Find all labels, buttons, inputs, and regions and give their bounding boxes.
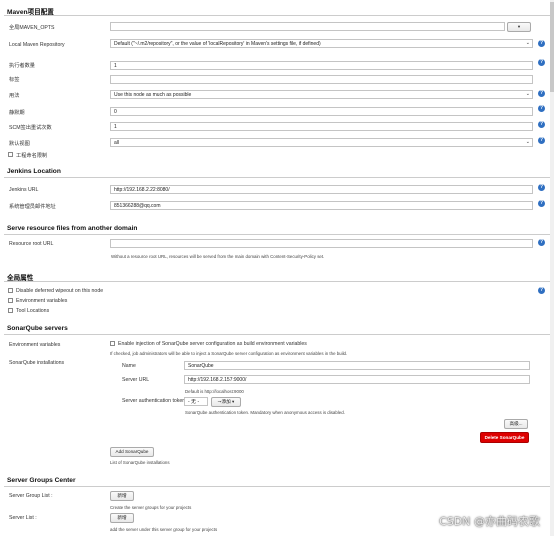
quiet-period-label: 静默期 [9, 110, 25, 116]
sonar-token-select[interactable]: - 无 - [184, 397, 208, 406]
disable-wipeout-checkbox[interactable] [8, 288, 13, 293]
admin-email-input[interactable]: 851366288@qq.com [110, 201, 533, 210]
sonar-installations-label: SonarQube installations [9, 360, 65, 366]
jenkins-url-input[interactable]: http://192.168.2.22:8080/ [110, 185, 533, 194]
local-repo-value: Default ("~/.m2/repository", or the valu… [114, 41, 321, 47]
divider [4, 281, 550, 282]
watermark: CSDN @亦曲码农歌 [439, 515, 540, 528]
executors-label: 执行者数量 [9, 63, 35, 69]
global-maven-opts-input[interactable] [110, 22, 505, 31]
add-server-button[interactable]: 新增 [110, 513, 134, 523]
help-icon[interactable]: ? [538, 90, 545, 97]
help-icon[interactable]: ? [538, 184, 545, 191]
server-list-description: add the server under this server group f… [110, 527, 218, 532]
disable-wipeout-label: Disable deferred wipeout on this node [16, 288, 104, 294]
help-icon[interactable]: ? [538, 105, 545, 112]
scm-retry-input[interactable]: 1 [110, 122, 533, 131]
sonar-name-input[interactable]: SonarQube [184, 361, 530, 370]
delete-sonarqube-button[interactable]: Delete SonarQube [480, 432, 529, 443]
usage-select[interactable]: Use this node as much as possible ⌄ [110, 90, 533, 99]
add-credentials-label: 添加 [221, 399, 231, 404]
quiet-period-input[interactable]: 0 [110, 107, 533, 116]
add-sonarqube-button[interactable]: Add SonarQube [110, 447, 154, 457]
chevron-down-icon: ⌄ [525, 139, 530, 145]
sonar-server-url-hint: Default is http://localhost:9000 [185, 389, 244, 394]
divider [4, 486, 550, 487]
help-icon[interactable]: ? [538, 121, 545, 128]
scrollbar-thumb[interactable] [550, 2, 554, 92]
advanced-button[interactable]: 高级... [504, 419, 528, 429]
help-icon[interactable]: ? [538, 239, 545, 246]
server-list-label: Server List : [9, 515, 37, 521]
help-icon[interactable]: ? [538, 200, 545, 207]
section-title-resource-files: Serve resource files from another domain [7, 225, 138, 232]
help-icon[interactable]: ? [538, 40, 545, 47]
global-maven-opts-label: 全局MAVEN_OPTS [9, 25, 55, 31]
add-server-group-button[interactable]: 新增 [110, 491, 134, 501]
default-view-label: 默认视图 [9, 141, 30, 147]
sonar-list-description: List of SonarQube installations [110, 460, 170, 465]
usage-label: 用法 [9, 93, 20, 99]
server-group-list-label: Server Group List : [9, 493, 53, 499]
project-naming-checkbox[interactable] [8, 152, 13, 157]
sonar-env-injection-label: Enable injection of SonarQube server con… [118, 341, 307, 347]
default-view-select[interactable]: all ⌄ [110, 138, 533, 147]
sonar-env-description: If checked, job administrators will be a… [110, 351, 348, 356]
sonar-env-injection-checkbox[interactable] [110, 341, 115, 346]
server-group-description: Create the server groups for your projec… [110, 505, 192, 510]
environment-variables-label: Environment variables [16, 298, 68, 304]
environment-variables-checkbox[interactable] [8, 298, 13, 303]
chevron-down-icon: ⌄ [525, 91, 530, 97]
tool-locations-label: Tool Locations [16, 308, 50, 314]
maven-opts-expand-button[interactable]: ▾ [507, 22, 531, 32]
help-icon[interactable]: ? [538, 287, 545, 294]
section-title-server-groups: Server Groups Center [7, 477, 76, 484]
divider [4, 177, 550, 178]
sonar-server-url-input[interactable]: http://192.168.2.157:9000/ [184, 375, 530, 384]
resource-root-url-input[interactable] [110, 239, 533, 248]
sonar-server-url-label: Server URL [122, 377, 150, 383]
executors-input[interactable]: 1 [110, 61, 533, 70]
sonar-token-description: SonarQube authentication token. Mandator… [185, 410, 345, 415]
section-title-sonarqube: SonarQube servers [7, 325, 68, 332]
sonar-name-label: Name [122, 363, 136, 369]
sonar-env-label: Environment variables [9, 342, 61, 348]
tool-locations-checkbox[interactable] [8, 308, 13, 313]
divider [4, 334, 550, 335]
resource-root-url-label: Resource root URL [9, 241, 54, 247]
default-view-value: all [114, 140, 120, 146]
usage-value: Use this node as much as possible [114, 92, 192, 98]
help-icon[interactable]: ? [538, 137, 545, 144]
help-icon[interactable]: ? [538, 59, 545, 66]
sonar-token-value: - 无 - [188, 399, 200, 405]
jenkins-url-label: Jenkins URL [9, 187, 39, 193]
sonar-token-label: Server authentication token [122, 398, 186, 404]
chevron-down-icon: ⌄ [525, 40, 530, 46]
local-repo-select[interactable]: Default ("~/.m2/repository", or the valu… [110, 39, 533, 48]
divider [4, 234, 550, 235]
add-credentials-button[interactable]: ⊸添加 ▾ [211, 397, 241, 407]
admin-email-label: 系统管理员邮件地址 [9, 204, 56, 210]
labels-label: 标签 [9, 77, 20, 83]
section-title-jenkins-location: Jenkins Location [7, 168, 61, 175]
project-naming-label: 工程命名限制 [16, 153, 48, 159]
divider [4, 15, 550, 16]
resource-root-url-description: Without a resource root URL, resources w… [111, 254, 325, 259]
labels-input[interactable] [110, 75, 533, 84]
local-repo-label: Local Maven Repository [9, 42, 65, 48]
scm-retry-label: SCM签出重试次数 [9, 125, 52, 131]
vertical-scrollbar[interactable] [550, 0, 554, 536]
